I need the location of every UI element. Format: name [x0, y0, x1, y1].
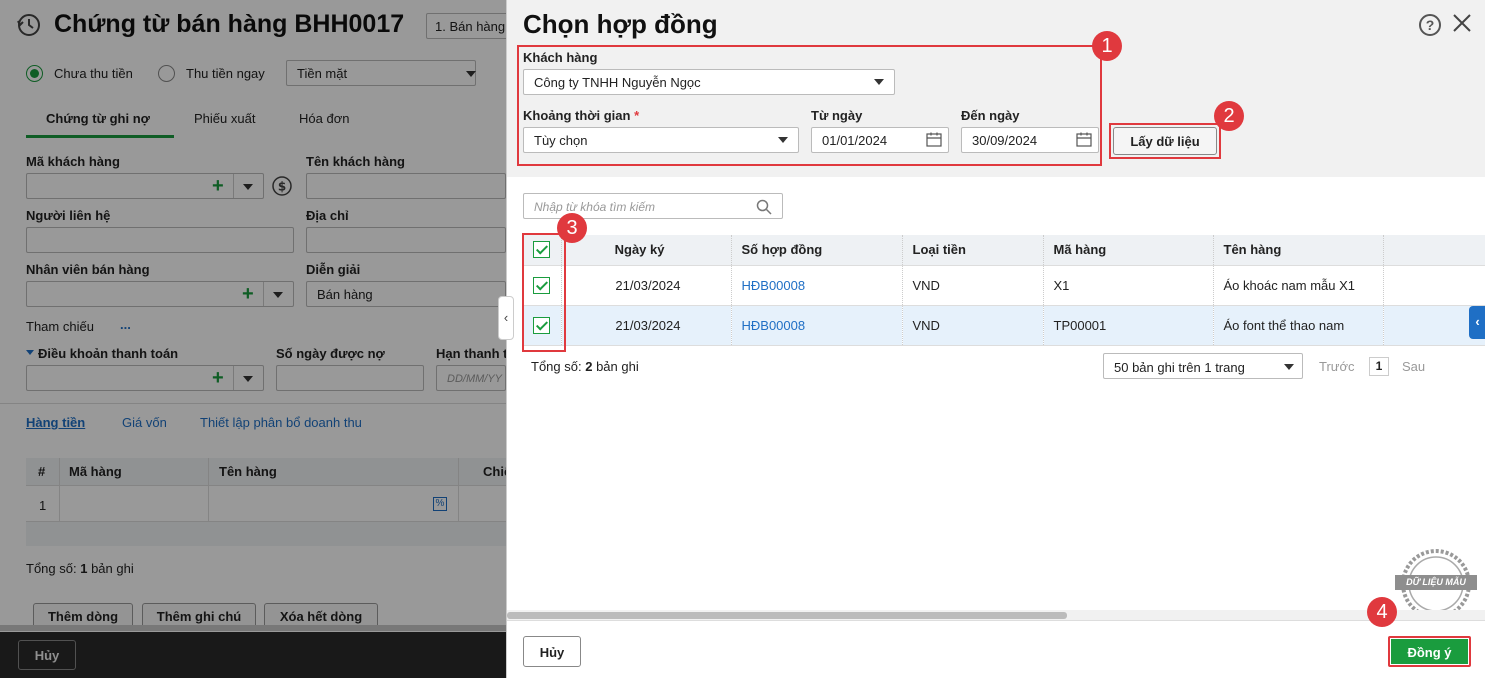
- col-currency: Loại tiền: [902, 235, 1044, 266]
- get-data-button[interactable]: Lấy dữ liệu: [1113, 127, 1217, 155]
- callout-badge-3: 3: [557, 213, 587, 243]
- col-contract-no: Số hợp đồng: [731, 235, 903, 266]
- period-select[interactable]: Tùy chọn: [523, 127, 799, 153]
- total-prefix: Tổng số:: [531, 359, 582, 374]
- dialog-title: Chọn hợp đồng: [523, 9, 718, 39]
- customer-select[interactable]: Công ty TNHH Nguyễn Ngọc: [523, 69, 895, 95]
- callout-badge-4: 4: [1367, 597, 1397, 627]
- cell-contract-link[interactable]: HĐB00008: [731, 305, 903, 346]
- scrollbar-thumb[interactable]: [507, 612, 1067, 619]
- dialog-total: Tổng số: 2 bản ghi: [531, 359, 639, 374]
- search-icon: [756, 199, 772, 215]
- table-header-row: Ngày ký Số hợp đồng Loại tiền Mã hàng Tê…: [523, 235, 1485, 266]
- calendar-icon[interactable]: [926, 132, 942, 147]
- chevron-down-icon: [1284, 364, 1294, 370]
- total-suffix: bản ghi: [596, 359, 639, 374]
- table-row[interactable]: 21/03/2024 HĐB00008 VND TP00001 Áo font …: [523, 305, 1485, 346]
- col-empty: [1383, 235, 1485, 266]
- contract-table: Ngày ký Số hợp đồng Loại tiền Mã hàng Tê…: [523, 235, 1485, 346]
- total-count: 2: [585, 359, 593, 374]
- cancel-button[interactable]: Hủy: [523, 636, 581, 667]
- chevron-down-icon: [778, 137, 788, 143]
- page-size-select[interactable]: 50 bản ghi trên 1 trang: [1103, 353, 1303, 379]
- period-label: Khoảng thời gian *: [523, 108, 639, 123]
- search-placeholder: Nhập từ khóa tìm kiếm: [534, 200, 655, 214]
- current-page[interactable]: 1: [1369, 357, 1389, 376]
- page-size-value: 50 bản ghi trên 1 trang: [1114, 360, 1245, 375]
- required-marker: *: [634, 108, 640, 123]
- cell-item-code: X1: [1043, 265, 1214, 306]
- stamp-label: DỮ LIỆU MẪU: [1406, 577, 1466, 587]
- cell-item-name: Áo khoác nam mẫu X1: [1213, 265, 1384, 306]
- col-item-code: Mã hàng: [1043, 235, 1214, 266]
- table-row[interactable]: 21/03/2024 HĐB00008 VND X1 Áo khoác nam …: [523, 265, 1485, 306]
- callout-box-checkboxes: [522, 233, 566, 352]
- callout-badge-2: 2: [1214, 101, 1244, 131]
- cell-item-code: TP00001: [1043, 305, 1214, 346]
- to-date-label: Đến ngày: [961, 108, 1020, 123]
- col-item-name: Tên hàng: [1213, 235, 1384, 266]
- ok-button[interactable]: Đồng ý: [1388, 636, 1471, 667]
- select-contract-dialog: ‹ Chọn hợp đồng ? 1 Khách hàng Công ty T…: [498, 0, 1485, 678]
- cell-empty: [1383, 265, 1485, 306]
- cell-sign-date: 21/03/2024: [561, 305, 732, 346]
- from-date-label: Từ ngày: [811, 108, 863, 123]
- cell-sign-date: 21/03/2024: [561, 265, 732, 306]
- footer-divider: [507, 620, 1485, 621]
- callout-badge-1: 1: [1092, 31, 1122, 61]
- prev-page-button[interactable]: Trước: [1319, 359, 1355, 374]
- cell-currency: VND: [902, 305, 1044, 346]
- close-icon[interactable]: [1451, 12, 1473, 34]
- collapse-panel-button[interactable]: ‹: [498, 296, 514, 340]
- help-icon[interactable]: ?: [1419, 14, 1441, 36]
- modal-overlay: [0, 0, 506, 678]
- col-sign-date: Ngày ký: [561, 235, 732, 266]
- chevron-down-icon: [874, 79, 884, 85]
- customer-label: Khách hàng: [523, 50, 598, 65]
- cell-item-name: Áo font thể thao nam: [1213, 305, 1384, 346]
- calendar-icon[interactable]: [1076, 132, 1092, 147]
- cell-currency: VND: [902, 265, 1044, 306]
- side-panel-toggle[interactable]: ‹: [1469, 306, 1485, 339]
- next-page-button[interactable]: Sau: [1402, 359, 1425, 374]
- cell-contract-link[interactable]: HĐB00008: [731, 265, 903, 306]
- period-label-text: Khoảng thời gian: [523, 108, 631, 123]
